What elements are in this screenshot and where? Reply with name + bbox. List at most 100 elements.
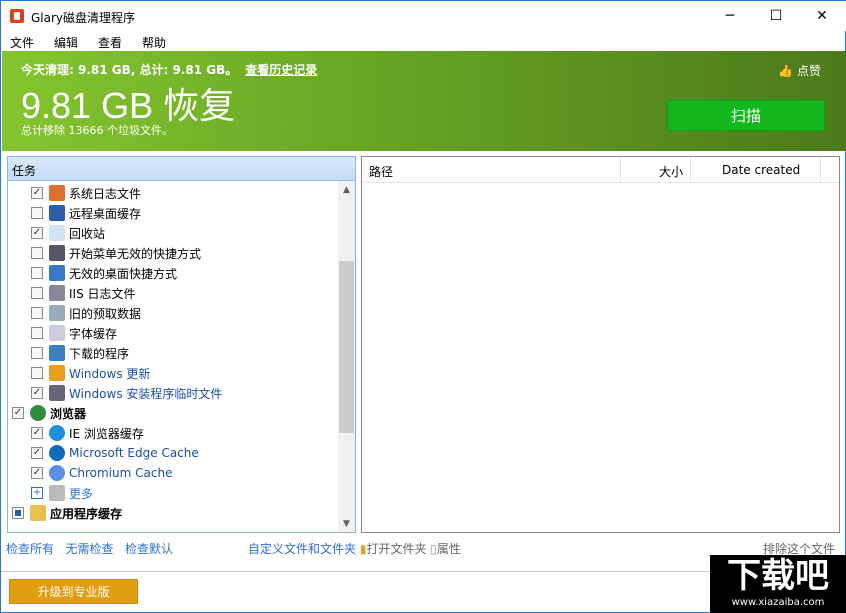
- task-item[interactable]: 开始菜单无效的快捷方式: [31, 243, 201, 263]
- task-checkbox[interactable]: ✓: [31, 467, 43, 479]
- remote-desktop-icon: [49, 205, 65, 221]
- desktop-shortcut-icon: [49, 265, 65, 281]
- task-checkbox[interactable]: [31, 367, 43, 379]
- installer-icon: [49, 385, 65, 401]
- task-item[interactable]: 远程桌面缓存: [31, 203, 141, 223]
- scroll-thumb[interactable]: [339, 261, 354, 433]
- task-label: 下载的程序: [69, 346, 130, 361]
- task-checkbox[interactable]: [31, 347, 43, 359]
- task-checkbox[interactable]: ✓: [31, 447, 43, 459]
- file-actions: 自定义文件和文件夹 ▮打开文件夹 ▯属性: [248, 540, 461, 557]
- edge-icon: [49, 445, 65, 461]
- task-label: 字体缓存: [69, 326, 118, 341]
- task-item[interactable]: ✓ 回收站: [31, 223, 105, 243]
- download-icon: [49, 345, 65, 361]
- task-item[interactable]: 旧的预取数据: [31, 303, 141, 323]
- open-folder-link[interactable]: 打开文件夹: [366, 542, 426, 556]
- properties-link[interactable]: 属性: [437, 542, 461, 556]
- menu-bar: 文件 编辑 查看 帮助: [2, 31, 846, 51]
- prefetch-icon: [49, 305, 65, 321]
- app-folder-icon: [30, 505, 46, 521]
- task-label: 开始菜单无效的快捷方式: [69, 246, 202, 261]
- task-item[interactable]: ✓ Microsoft Edge Cache: [31, 443, 199, 463]
- file-list-header: 路径 大小 Date created: [362, 157, 839, 183]
- task-checkbox[interactable]: [31, 267, 43, 279]
- task-item[interactable]: ✓ 浏览器: [12, 403, 86, 423]
- properties-icon: ▯: [430, 542, 437, 556]
- menu-view[interactable]: 查看: [90, 31, 122, 51]
- custom-files-link[interactable]: 自定义文件和文件夹: [248, 542, 356, 556]
- watermark-url: www.xiazaiba.com: [731, 597, 825, 608]
- scroll-down-icon[interactable]: ▼: [338, 519, 355, 529]
- task-label: IIS 日志文件: [69, 286, 136, 301]
- column-size[interactable]: 大小: [659, 163, 683, 180]
- task-header: 任务: [8, 157, 355, 181]
- task-label: Microsoft Edge Cache: [69, 446, 199, 460]
- task-item[interactable]: ✓ Windows 安装程序临时文件: [31, 383, 222, 403]
- task-label: Chromium Cache: [69, 466, 173, 480]
- close-button[interactable]: ✕: [799, 1, 845, 31]
- task-item[interactable]: ✓ 系统日志文件: [31, 183, 141, 203]
- menu-edit[interactable]: 编辑: [46, 31, 78, 51]
- task-checkbox[interactable]: [12, 507, 24, 519]
- thumbs-up-icon: 👍: [778, 64, 794, 78]
- ie-icon: [49, 425, 65, 441]
- task-label: 应用程序缓存: [50, 506, 123, 521]
- font-icon: [49, 325, 65, 341]
- task-item[interactable]: 无效的桌面快捷方式: [31, 263, 177, 283]
- scrollbar[interactable]: ▲ ▼: [338, 181, 355, 532]
- task-item[interactable]: ✓ Chromium Cache: [31, 463, 172, 483]
- task-item[interactable]: 应用程序缓存: [12, 503, 122, 523]
- menu-help[interactable]: 帮助: [134, 31, 166, 51]
- iis-log-icon: [49, 285, 65, 301]
- column-date-created[interactable]: Date created: [722, 163, 800, 177]
- column-path[interactable]: 路径: [369, 163, 393, 180]
- check-default-link[interactable]: 检查默认: [125, 542, 173, 556]
- window-title: Glary磁盘清理程序: [31, 11, 136, 25]
- task-item[interactable]: ✓ IE 浏览器缓存: [31, 423, 144, 443]
- task-label: 旧的预取数据: [69, 306, 142, 321]
- task-item[interactable]: Windows 更新: [31, 363, 150, 383]
- removed-count: 总计移除 13666 个垃圾文件。: [21, 124, 173, 137]
- task-checkbox[interactable]: ✓: [31, 187, 43, 199]
- task-checkbox[interactable]: [31, 247, 43, 259]
- task-checkbox[interactable]: [31, 287, 43, 299]
- expand-icon[interactable]: +: [31, 487, 43, 499]
- task-checkbox[interactable]: [31, 327, 43, 339]
- scissors-icon: [49, 185, 65, 201]
- check-links: 检查所有 无需检查 检查默认: [6, 540, 173, 557]
- today-stats: 今天清理: 9.81 GB, 总计: 9.81 GB。: [21, 63, 238, 77]
- task-item[interactable]: IIS 日志文件: [31, 283, 136, 303]
- menu-file[interactable]: 文件: [2, 31, 34, 51]
- watermark-text: 下载吧: [727, 556, 829, 596]
- minimize-button[interactable]: ─: [707, 1, 753, 31]
- check-all-link[interactable]: 检查所有: [6, 542, 54, 556]
- drive-icon: [49, 485, 65, 501]
- task-checkbox[interactable]: [31, 307, 43, 319]
- upgrade-button[interactable]: 升级到专业版: [9, 579, 138, 604]
- task-item[interactable]: 字体缓存: [31, 323, 117, 343]
- task-label: Windows 更新: [69, 366, 151, 381]
- history-link[interactable]: 查看历史记录: [245, 63, 317, 77]
- task-item[interactable]: + 更多: [31, 483, 93, 503]
- scan-button[interactable]: 扫描: [667, 100, 825, 131]
- task-checkbox[interactable]: [31, 207, 43, 219]
- task-checkbox[interactable]: ✓: [31, 227, 43, 239]
- task-item[interactable]: 下载的程序: [31, 343, 129, 363]
- scroll-up-icon[interactable]: ▲: [338, 185, 355, 195]
- task-checkbox[interactable]: ✓: [31, 427, 43, 439]
- task-label: 回收站: [69, 226, 106, 241]
- like-button[interactable]: 👍 点赞: [778, 62, 821, 79]
- globe-icon: [30, 405, 46, 421]
- task-label: 系统日志文件: [69, 186, 142, 201]
- task-checkbox[interactable]: ✓: [12, 407, 24, 419]
- chromium-icon: [49, 465, 65, 481]
- task-label: 无效的桌面快捷方式: [69, 266, 178, 281]
- like-label: 点赞: [796, 64, 821, 78]
- maximize-button[interactable]: ☐: [753, 1, 799, 31]
- windows-icon: [49, 365, 65, 381]
- task-checkbox[interactable]: ✓: [31, 387, 43, 399]
- file-list: 路径 大小 Date created: [361, 156, 840, 533]
- check-none-link[interactable]: 无需检查: [65, 542, 113, 556]
- watermark-logo: 下载吧 www.xiazaiba.com: [710, 555, 846, 613]
